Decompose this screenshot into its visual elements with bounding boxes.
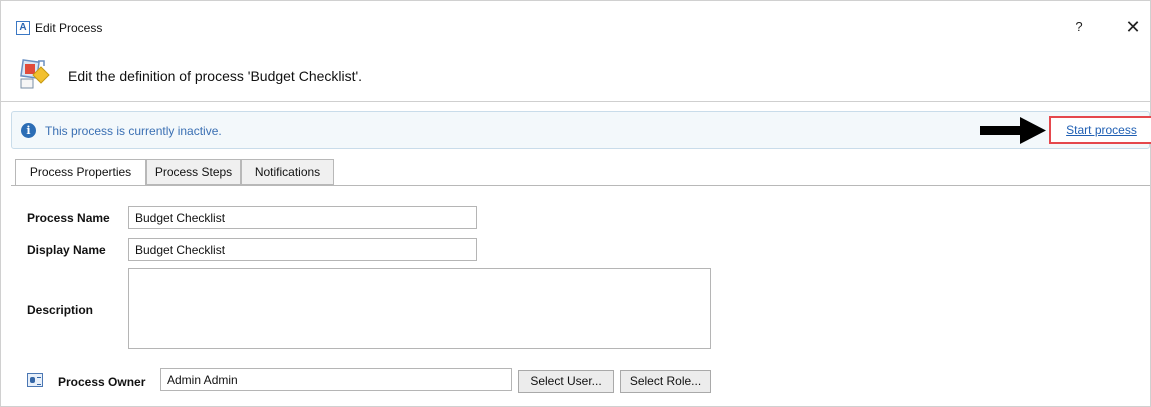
process-name-input[interactable]: [128, 206, 477, 229]
display-name-input[interactable]: [128, 238, 477, 261]
header-divider: [1, 101, 1150, 102]
tab-process-properties[interactable]: Process Properties: [15, 159, 146, 186]
process-owner-label: Process Owner: [58, 375, 146, 389]
tab-process-steps[interactable]: Process Steps: [146, 159, 241, 185]
info-icon: i: [21, 123, 36, 138]
select-user-button[interactable]: Select User...: [518, 370, 614, 393]
title-bar: A Edit Process ? ✕: [1, 1, 1150, 37]
process-diagram-icon: [20, 59, 50, 89]
help-button[interactable]: ?: [1069, 19, 1089, 37]
header-description: Edit the definition of process 'Budget C…: [68, 68, 363, 84]
description-input[interactable]: [128, 268, 711, 349]
app-logo-icon: A: [16, 21, 30, 35]
process-name-label: Process Name: [27, 211, 110, 225]
close-button[interactable]: ✕: [1123, 17, 1143, 37]
contact-card-icon: [27, 373, 43, 387]
status-message: This process is currently inactive.: [45, 124, 222, 138]
display-name-label: Display Name: [27, 243, 106, 257]
edit-process-dialog: A Edit Process ? ✕ Edit the definition o…: [0, 0, 1151, 407]
tab-notifications[interactable]: Notifications: [241, 159, 334, 185]
arrow-right-icon: [980, 117, 1046, 144]
process-owner-input[interactable]: [160, 368, 512, 391]
window-title: Edit Process: [35, 21, 103, 35]
start-process-link[interactable]: Start process: [1049, 116, 1151, 144]
status-info-bar: i This process is currently inactive. St…: [11, 111, 1151, 149]
description-label: Description: [27, 303, 94, 317]
select-role-button[interactable]: Select Role...: [620, 370, 711, 393]
